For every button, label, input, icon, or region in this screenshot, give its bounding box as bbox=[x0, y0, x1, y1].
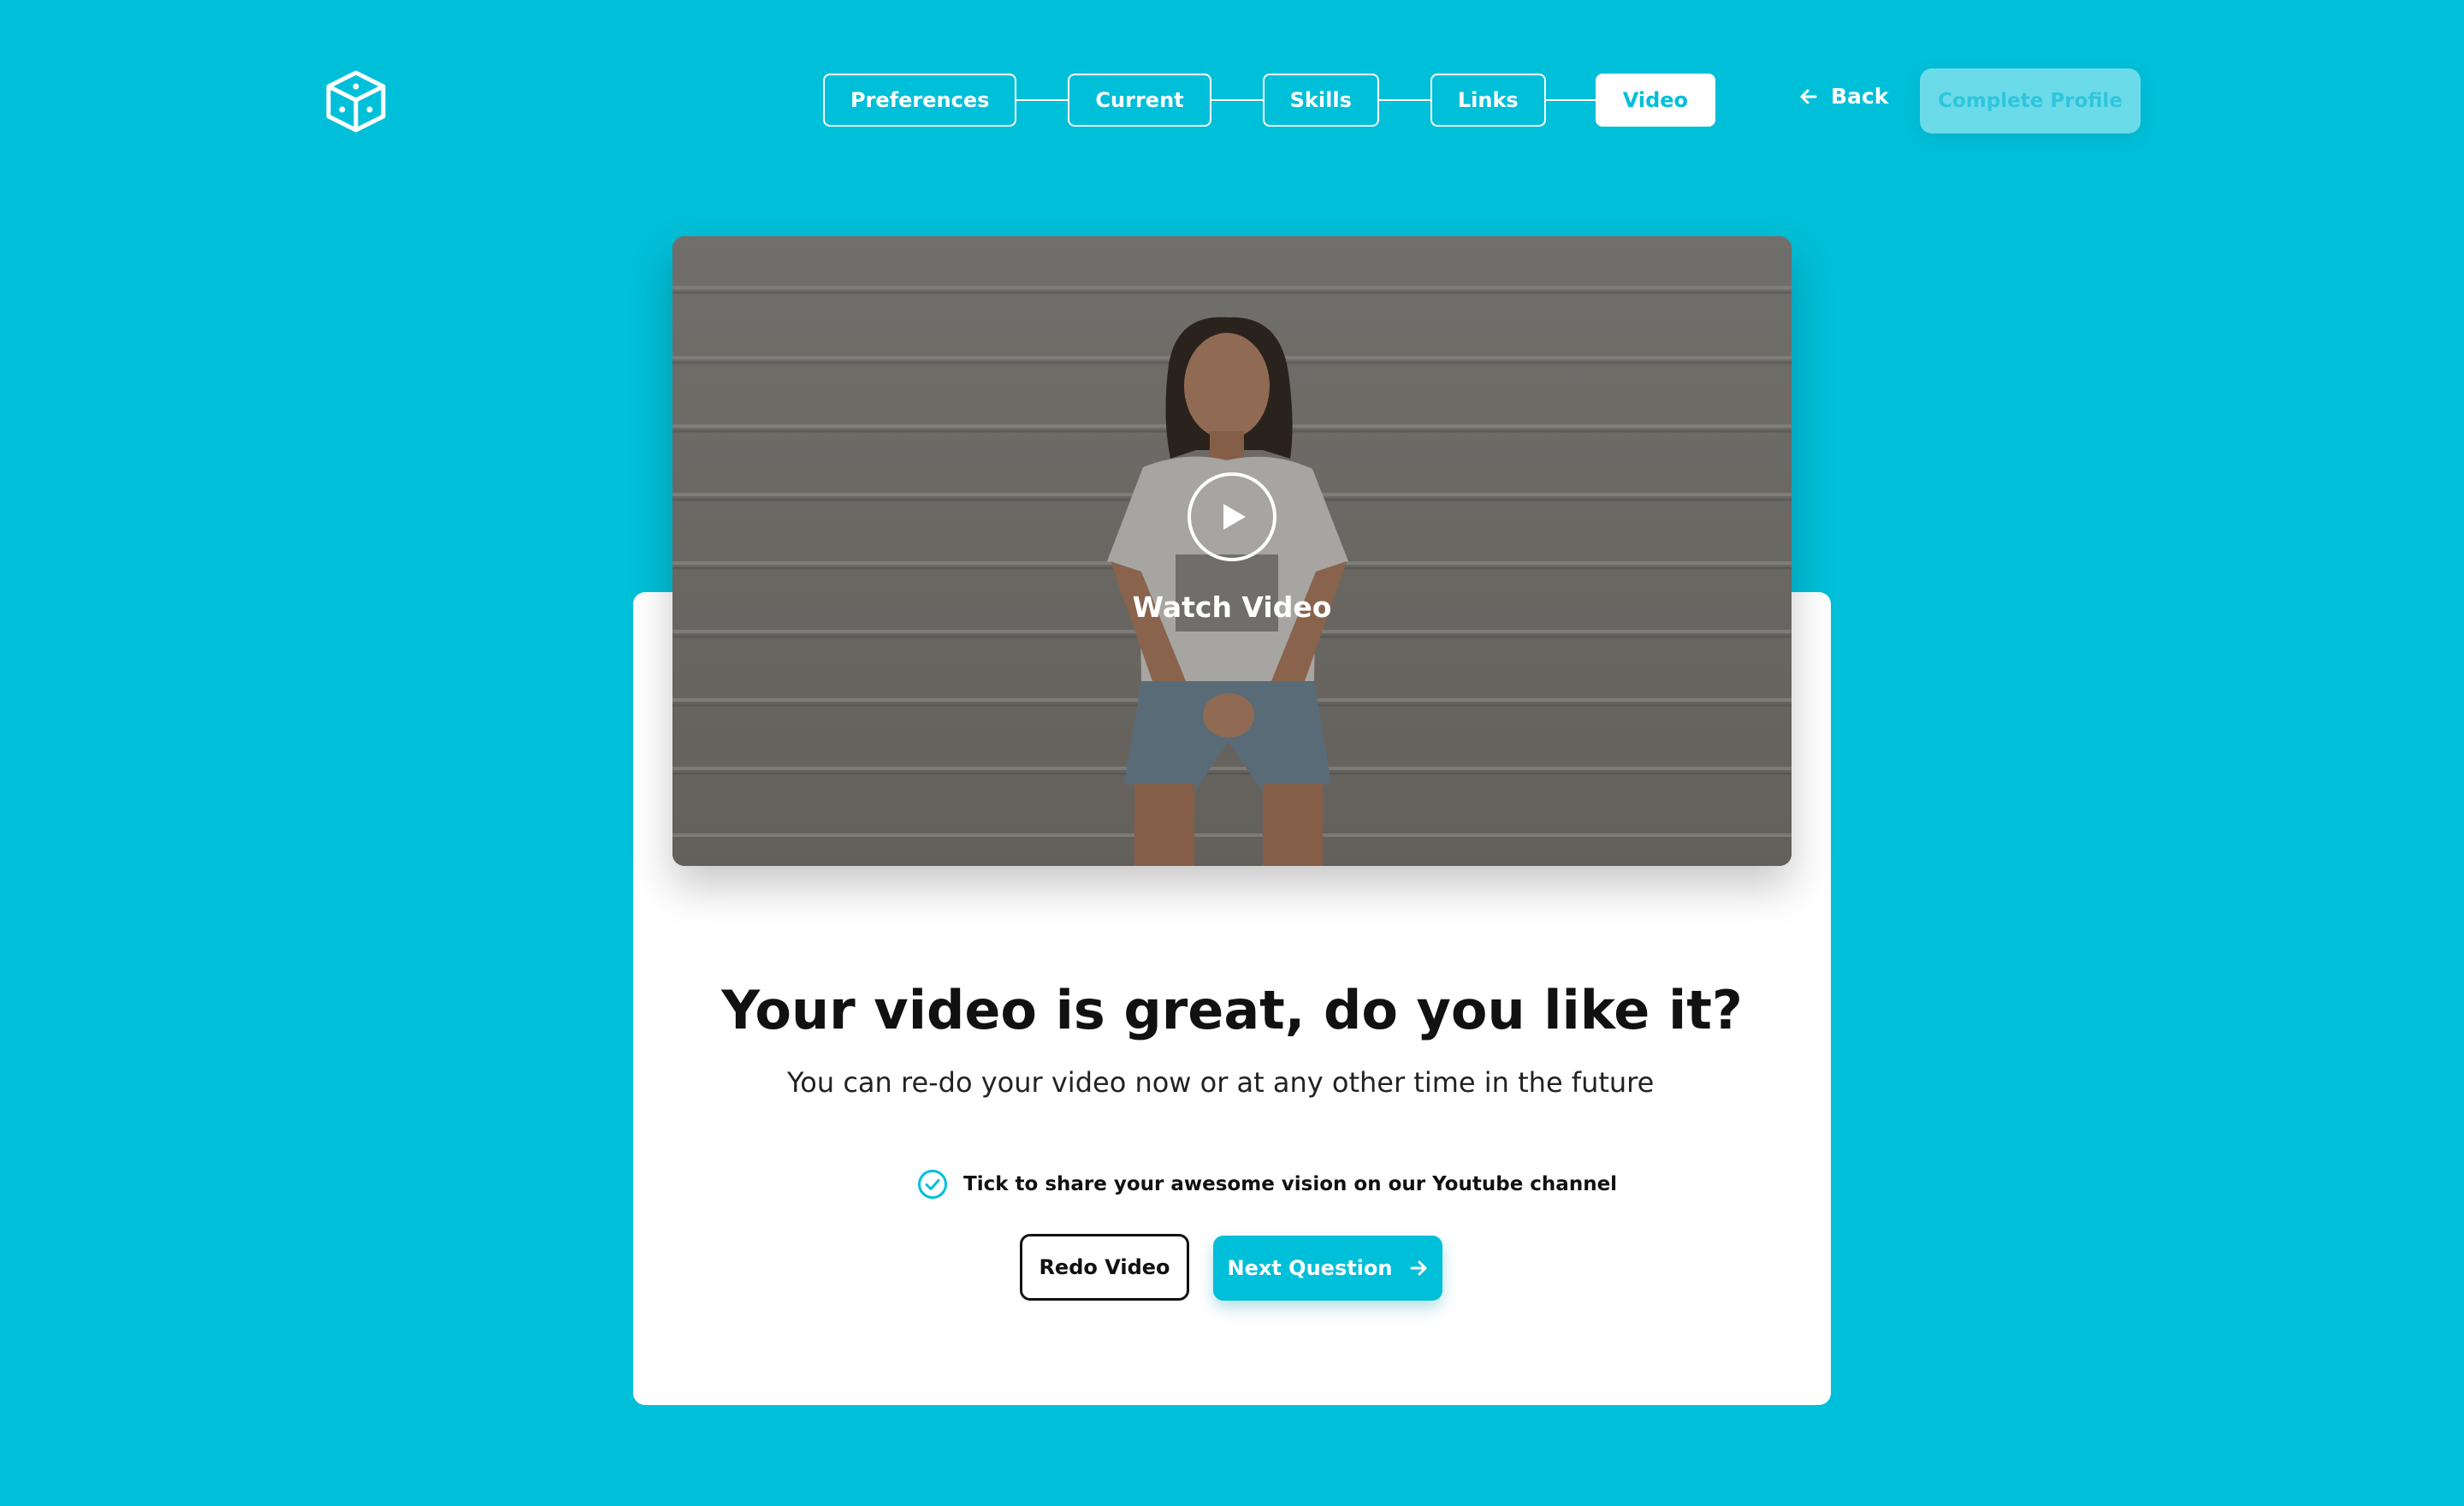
step-connector bbox=[1545, 99, 1596, 101]
step-connector bbox=[1378, 99, 1430, 101]
complete-profile-button[interactable]: Complete Profile bbox=[1920, 68, 2141, 133]
page: Preferences Current Skills Links Video B… bbox=[0, 0, 2464, 1506]
progress-stepper: Preferences Current Skills Links Video bbox=[823, 74, 1716, 127]
check-circle-icon[interactable] bbox=[917, 1169, 948, 1200]
play-button[interactable] bbox=[1188, 472, 1276, 561]
watch-video-label: Watch Video bbox=[1132, 590, 1332, 624]
back-button[interactable]: Back bbox=[1798, 84, 1888, 109]
page-subtitle: You can re-do your video now or at any o… bbox=[787, 1066, 1655, 1099]
step-connector bbox=[1016, 99, 1069, 101]
redo-video-button[interactable]: Redo Video bbox=[1020, 1234, 1189, 1301]
back-label: Back bbox=[1831, 84, 1889, 109]
share-label: Tick to share your awesome vision on our… bbox=[963, 1173, 1618, 1195]
page-title: Your video is great, do you like it? bbox=[721, 979, 1743, 1041]
cube-dice-icon[interactable] bbox=[323, 68, 388, 133]
step-preferences[interactable]: Preferences bbox=[823, 74, 1017, 127]
next-question-button[interactable]: Next Question bbox=[1213, 1236, 1442, 1301]
step-video[interactable]: Video bbox=[1595, 74, 1716, 127]
step-connector bbox=[1211, 99, 1263, 101]
next-question-label: Next Question bbox=[1227, 1256, 1393, 1280]
arrow-left-icon bbox=[1800, 89, 1817, 104]
step-links[interactable]: Links bbox=[1430, 74, 1546, 127]
step-skills[interactable]: Skills bbox=[1262, 74, 1379, 127]
arrow-right-icon bbox=[1410, 1260, 1426, 1276]
play-icon bbox=[1223, 504, 1246, 530]
video-player[interactable]: Watch Video bbox=[672, 236, 1792, 866]
share-youtube-checkbox[interactable]: Tick to share your awesome vision on our… bbox=[917, 1169, 1617, 1200]
step-current[interactable]: Current bbox=[1068, 74, 1211, 127]
